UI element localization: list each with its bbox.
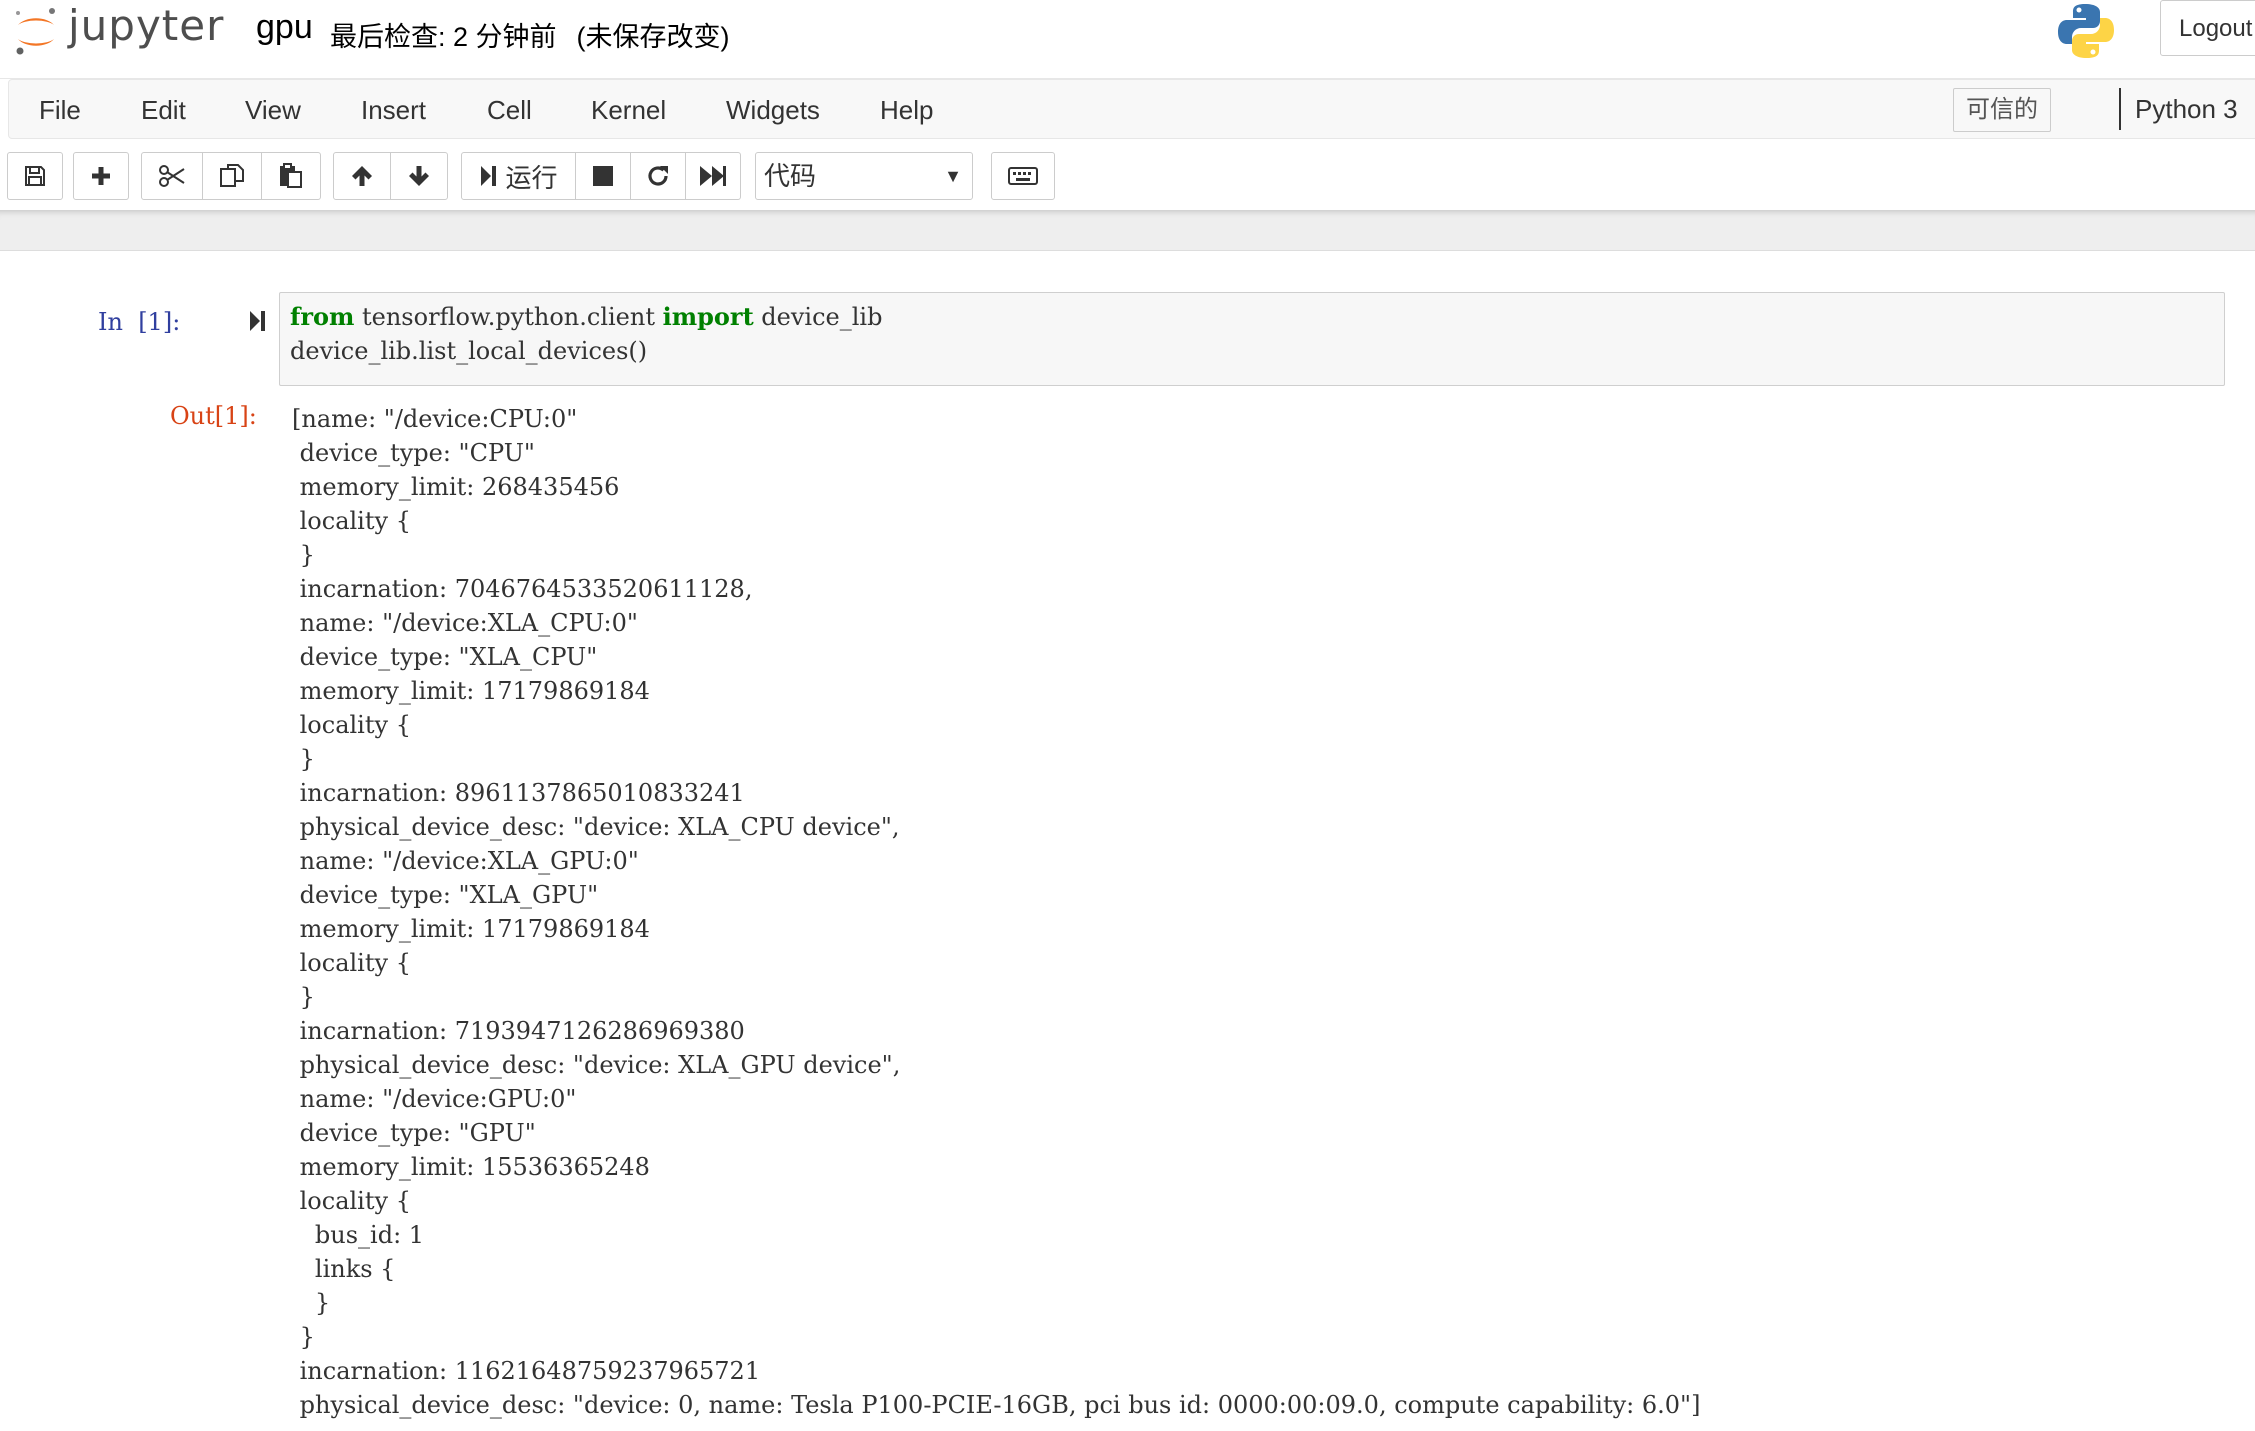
notebook-name[interactable]: gpu xyxy=(256,8,313,47)
output-line: device_type: "XLA_CPU" xyxy=(292,643,598,671)
menu-edit[interactable]: Edit xyxy=(141,80,186,140)
output-line: incarnation: 7193947126286969380 xyxy=(292,1017,745,1045)
save-button[interactable] xyxy=(7,152,63,200)
output-line: name: "/device:XLA_CPU:0" xyxy=(292,609,638,637)
output-line: } xyxy=(292,1289,331,1317)
output-line: } xyxy=(292,541,315,569)
run-icon xyxy=(481,166,497,186)
run-cell-icon[interactable] xyxy=(248,308,266,334)
cell-output: [name: "/device:CPU:0" device_type: "CPU… xyxy=(292,402,2242,1422)
output-line: [name: "/device:CPU:0" xyxy=(292,405,578,433)
output-line: physical_device_desc: "device: 0, name: … xyxy=(292,1391,1701,1419)
output-line: name: "/device:GPU:0" xyxy=(292,1085,577,1113)
dropdown-arrow-icon: ▼ xyxy=(944,166,962,186)
menu-help[interactable]: Help xyxy=(880,80,933,140)
output-line: memory_limit: 15536365248 xyxy=(292,1153,650,1181)
output-line: locality { xyxy=(292,1187,411,1215)
menu-kernel[interactable]: Kernel xyxy=(591,80,666,140)
header: jupyter gpu 最后检查: 2 分钟前 (未保存改变) Logout xyxy=(0,0,2255,79)
code-line-1: from tensorflow.python.client import dev… xyxy=(290,300,882,334)
output-line: incarnation: 7046764533520611128, xyxy=(292,575,753,603)
logout-button[interactable]: Logout xyxy=(2160,0,2255,56)
run-button[interactable]: 运行 xyxy=(461,152,576,200)
edit-group xyxy=(141,152,321,200)
menu-insert[interactable]: Insert xyxy=(361,80,426,140)
move-down-button[interactable] xyxy=(390,152,448,200)
checkpoint-status: 最后检查: 2 分钟前 (未保存改变) xyxy=(330,15,730,54)
paste-button[interactable] xyxy=(261,152,321,200)
output-line: memory_limit: 17179869184 xyxy=(292,677,650,705)
run-group: 运行 xyxy=(461,152,741,200)
output-line: links { xyxy=(292,1255,396,1283)
python-logo-icon xyxy=(2058,4,2114,58)
move-group xyxy=(333,152,448,200)
output-line: } xyxy=(292,983,315,1011)
run-button-label: 运行 xyxy=(505,162,558,193)
checkpoint-text: 最后检查: 2 分钟前 xyxy=(330,22,557,52)
kernel-name: Python 3 xyxy=(2119,88,2238,130)
output-line: incarnation: 8961137865010833241 xyxy=(292,779,745,807)
output-line: device_type: "CPU" xyxy=(292,439,535,467)
output-prompt: Out[1]: xyxy=(170,402,257,430)
output-line: incarnation: 11621648759237965721 xyxy=(292,1357,761,1385)
keyboard-icon xyxy=(1008,167,1038,185)
restart-run-all-button[interactable] xyxy=(685,152,741,200)
output-line: bus_id: 1 xyxy=(292,1221,425,1249)
fast-forward-icon xyxy=(700,166,726,186)
cell-type-value: 代码 xyxy=(764,161,817,191)
toolbar: 运行 代码 ▼ xyxy=(0,148,2255,206)
unsaved-indicator: (未保存改变) xyxy=(576,22,730,52)
jupyter-logo-text: jupyter xyxy=(68,0,225,50)
output-line: device_type: "GPU" xyxy=(292,1119,536,1147)
interrupt-button[interactable] xyxy=(575,152,631,200)
insert-cell-button[interactable] xyxy=(73,152,129,200)
insert-group xyxy=(73,152,129,200)
move-up-button[interactable] xyxy=(333,152,391,200)
trusted-indicator[interactable]: 可信的 xyxy=(1953,88,2051,132)
output-line: locality { xyxy=(292,949,411,977)
code-import-name: device_lib xyxy=(753,303,883,331)
input-prompt: In [1]: xyxy=(98,308,181,336)
save-group xyxy=(7,152,63,200)
output-line: physical_device_desc: "device: XLA_GPU d… xyxy=(292,1051,901,1079)
notebook-container[interactable]: In [1]: from tensorflow.python.client im… xyxy=(0,252,2255,1431)
output-line: locality { xyxy=(292,711,411,739)
code-line-2: device_lib.list_local_devices() xyxy=(290,337,648,365)
paste-icon xyxy=(280,163,302,188)
restart-icon xyxy=(648,166,668,186)
output-line: memory_limit: 268435456 xyxy=(292,473,620,501)
menu-cell[interactable]: Cell xyxy=(487,80,532,140)
stop-icon xyxy=(593,166,613,186)
keyboard-group xyxy=(991,152,1055,200)
cell-type-select[interactable]: 代码 ▼ xyxy=(755,152,973,200)
output-line: name: "/device:XLA_GPU:0" xyxy=(292,847,639,875)
code-module: tensorflow.python.client xyxy=(354,303,663,331)
jupyter-logo-icon xyxy=(16,8,55,55)
output-line: } xyxy=(292,745,315,773)
code-cell-input[interactable]: from tensorflow.python.client import dev… xyxy=(279,292,2225,386)
copy-button[interactable] xyxy=(202,152,262,200)
menu-view[interactable]: View xyxy=(245,80,301,140)
output-line: device_type: "XLA_GPU" xyxy=(292,881,599,909)
menu-file[interactable]: File xyxy=(39,80,81,140)
command-palette-button[interactable] xyxy=(991,152,1055,200)
plus-icon xyxy=(92,167,110,185)
output-line: physical_device_desc: "device: XLA_CPU d… xyxy=(292,813,900,841)
notebook-top-shadow xyxy=(0,210,2255,251)
arrow-up-icon xyxy=(352,166,372,186)
cut-button[interactable] xyxy=(141,152,203,200)
save-icon xyxy=(25,166,45,186)
cut-icon xyxy=(159,165,185,187)
keyword-import: import xyxy=(662,302,754,331)
output-line: locality { xyxy=(292,507,411,535)
output-line: } xyxy=(292,1323,315,1351)
keyword-from: from xyxy=(290,302,355,331)
menu-widgets[interactable]: Widgets xyxy=(726,80,820,140)
output-line: memory_limit: 17179869184 xyxy=(292,915,650,943)
restart-button[interactable] xyxy=(630,152,686,200)
menubar: File Edit View Insert Cell Kernel Widget… xyxy=(8,79,2255,139)
jupyter-logo[interactable]: jupyter xyxy=(12,0,224,62)
copy-icon xyxy=(220,164,244,187)
arrow-down-icon xyxy=(409,166,429,186)
